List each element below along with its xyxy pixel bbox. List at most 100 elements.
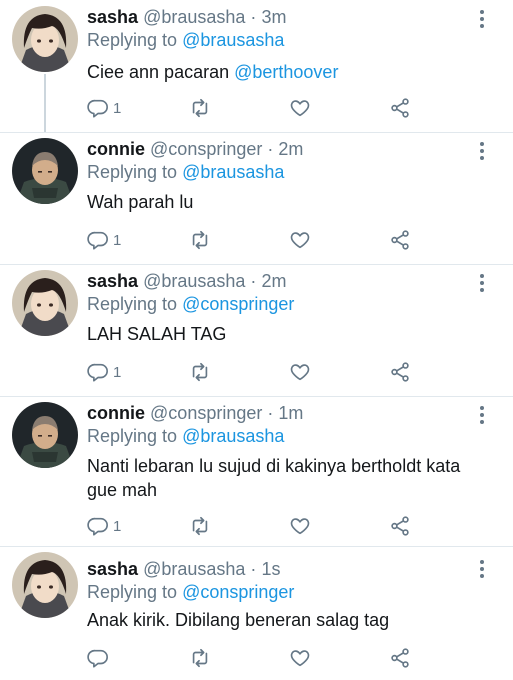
retweet-icon [192, 362, 208, 382]
reply-count: 1 [113, 363, 122, 381]
reply-count: 1 [113, 99, 122, 117]
avatar[interactable] [12, 6, 78, 72]
replying-to-mention[interactable]: @brausasha [182, 426, 284, 446]
tweet[interactable]: sasha @brausasha · 1s Replying to @consp… [0, 546, 513, 680]
sasha-avatar-image [12, 270, 78, 336]
timestamp[interactable]: 2m [278, 139, 303, 159]
reply-icon [87, 649, 108, 668]
tweet-text-part: Wah parah lu [87, 192, 194, 212]
share-button[interactable] [389, 228, 411, 252]
tweet[interactable]: connie @conspringer · 1m Replying to @br… [0, 396, 513, 547]
timestamp[interactable]: 1m [278, 403, 303, 423]
like-button[interactable] [289, 514, 311, 538]
share-button[interactable] [389, 360, 411, 384]
tweet-header: sasha @brausasha · 2m [87, 270, 286, 292]
display-name[interactable]: sasha [87, 271, 138, 291]
more-vertical-icon [477, 10, 487, 28]
more-options-button[interactable] [477, 404, 487, 426]
avatar[interactable] [12, 402, 78, 468]
retweet-button[interactable] [189, 228, 211, 252]
tweet-text: LAH SALAH TAG [87, 322, 487, 346]
more-vertical-icon [477, 274, 487, 292]
heart-icon [290, 518, 310, 535]
retweet-button[interactable] [189, 360, 211, 384]
replying-to-label: Replying to [87, 30, 183, 50]
user-handle[interactable]: @conspringer [150, 403, 262, 423]
avatar[interactable] [12, 552, 78, 618]
share-button[interactable] [389, 646, 411, 670]
display-name[interactable]: connie [87, 403, 145, 423]
thread-connector [44, 74, 46, 132]
tweet-text-part: Nanti lebaran lu sujud di kakinya bertho… [87, 456, 461, 500]
separator-dot: · [250, 7, 257, 27]
replying-to: Replying to @conspringer [87, 293, 294, 315]
replying-to-label: Replying to [87, 294, 183, 314]
tweet[interactable]: connie @conspringer · 2m Replying to @br… [0, 132, 513, 265]
display-name[interactable]: sasha [87, 559, 138, 579]
like-button[interactable] [289, 646, 311, 670]
user-handle[interactable]: @brausasha [143, 559, 245, 579]
heart-icon [290, 232, 310, 249]
like-button[interactable] [289, 228, 311, 252]
like-button[interactable] [289, 360, 311, 384]
reply-button[interactable]: 1 [87, 360, 121, 384]
share-icon [391, 98, 409, 118]
timestamp[interactable]: 3m [261, 7, 286, 27]
heart-icon [290, 364, 310, 381]
replying-to-mention[interactable]: @brausasha [182, 162, 284, 182]
tweet[interactable]: sasha @brausasha · 3m Replying to @braus… [0, 0, 513, 133]
sasha-avatar-image [12, 552, 78, 618]
more-vertical-icon [477, 406, 487, 424]
replying-to: Replying to @brausasha [87, 161, 284, 183]
tweet-text-part: Anak kirik. Dibilang beneran salag tag [87, 610, 390, 630]
retweet-button[interactable] [189, 514, 211, 538]
more-options-button[interactable] [477, 558, 487, 580]
more-options-button[interactable] [477, 140, 487, 162]
share-button[interactable] [389, 96, 411, 120]
tweet-header: connie @conspringer · 1m [87, 402, 303, 424]
replying-to: Replying to @conspringer [87, 581, 294, 603]
display-name[interactable]: sasha [87, 7, 138, 27]
connie-avatar-image [12, 402, 78, 468]
more-vertical-icon [477, 142, 487, 160]
replying-to-label: Replying to [87, 426, 183, 446]
sasha-avatar-image [12, 6, 78, 72]
separator-dot: · [267, 403, 274, 423]
display-name[interactable]: connie [87, 139, 145, 159]
more-options-button[interactable] [477, 272, 487, 294]
reply-button[interactable]: 1 [87, 96, 121, 120]
like-button[interactable] [289, 96, 311, 120]
reply-button[interactable]: 1 [87, 514, 121, 538]
replying-to-mention[interactable]: @brausasha [182, 30, 284, 50]
connie-avatar-image [12, 138, 78, 204]
tweet-actions: 1 [87, 514, 427, 538]
reply-thread: sasha @brausasha · 3m Replying to @braus… [0, 0, 513, 680]
user-handle[interactable]: @brausasha [143, 7, 245, 27]
reply-button[interactable]: 1 [87, 228, 121, 252]
reply-button[interactable] [87, 646, 113, 670]
replying-to-label: Replying to [87, 582, 183, 602]
tweet-header: sasha @brausasha · 1s [87, 558, 280, 580]
share-button[interactable] [389, 514, 411, 538]
avatar[interactable] [12, 270, 78, 336]
user-handle[interactable]: @brausasha [143, 271, 245, 291]
avatar[interactable] [12, 138, 78, 204]
reply-icon [87, 99, 108, 118]
timestamp[interactable]: 2m [261, 271, 286, 291]
separator-dot: · [250, 271, 257, 291]
reply-count: 1 [113, 231, 122, 249]
replying-to-mention[interactable]: @conspringer [182, 294, 294, 314]
retweet-button[interactable] [189, 646, 211, 670]
tweet-mention-link[interactable]: @berthoover [234, 62, 338, 82]
reply-icon [87, 231, 108, 250]
replying-to-mention[interactable]: @conspringer [182, 582, 294, 602]
tweet-actions [87, 646, 427, 670]
user-handle[interactable]: @conspringer [150, 139, 262, 159]
timestamp[interactable]: 1s [261, 559, 280, 579]
replying-to: Replying to @brausasha [87, 425, 284, 447]
retweet-icon [192, 230, 208, 250]
more-options-button[interactable] [477, 8, 487, 30]
retweet-button[interactable] [189, 96, 211, 120]
retweet-icon [192, 516, 208, 536]
tweet[interactable]: sasha @brausasha · 2m Replying to @consp… [0, 264, 513, 397]
